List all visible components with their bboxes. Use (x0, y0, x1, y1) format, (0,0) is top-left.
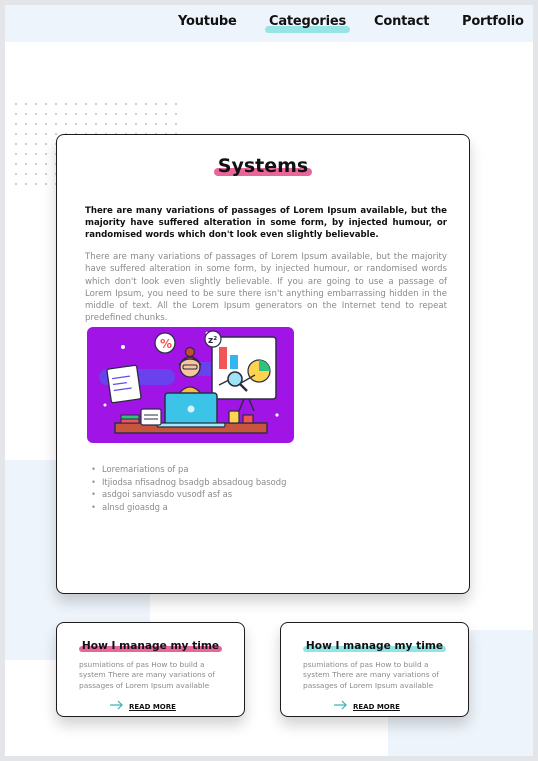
nav-item-portfolio[interactable]: Portfolio (462, 14, 524, 29)
list-item: Itjiodsa nfisadnog bsadgb absadoug basod… (91, 476, 286, 489)
arrow-right-icon (110, 700, 123, 710)
post-card[interactable]: How I manage my time psumiations of pas … (280, 622, 469, 717)
nav-item-youtube[interactable]: Youtube (178, 14, 237, 29)
top-navigation: Youtube Categories Contact Portfolio (5, 5, 533, 42)
article-title: Systems (217, 155, 309, 177)
list-item: alnsd gioasdg a (91, 501, 286, 514)
page-frame: Youtube Categories Contact Portfolio Sys… (5, 5, 533, 756)
feature-list: Loremariations of pa Itjiodsa nfisadnog … (91, 463, 286, 513)
list-item: asdgoi sanviasdo vusodf asf as (91, 488, 286, 501)
article-lead: There are many variations of passages of… (85, 206, 447, 240)
list-item: Loremariations of pa (91, 463, 286, 476)
read-more-link[interactable]: READ MORE (353, 703, 400, 711)
svg-text:%: % (160, 337, 172, 351)
post-card[interactable]: How I manage my time psumiations of pas … (56, 622, 245, 717)
post-card-title[interactable]: How I manage my time (57, 640, 244, 652)
article-illustration: % z² (87, 327, 294, 443)
article-card: Systems There are many variations of pas… (56, 134, 470, 594)
article-body: There are many variations of passages of… (85, 252, 447, 324)
nav-item-contact[interactable]: Contact (374, 14, 429, 29)
post-card-excerpt: psumiations of pas How to build a system… (79, 660, 216, 690)
nav-item-categories[interactable]: Categories (264, 14, 351, 33)
post-card-excerpt: psumiations of pas How to build a system… (303, 660, 440, 690)
svg-text:z²: z² (208, 336, 217, 346)
post-card-title[interactable]: How I manage my time (281, 640, 468, 652)
arrow-right-icon (334, 700, 347, 710)
read-more-link[interactable]: READ MORE (129, 703, 176, 711)
